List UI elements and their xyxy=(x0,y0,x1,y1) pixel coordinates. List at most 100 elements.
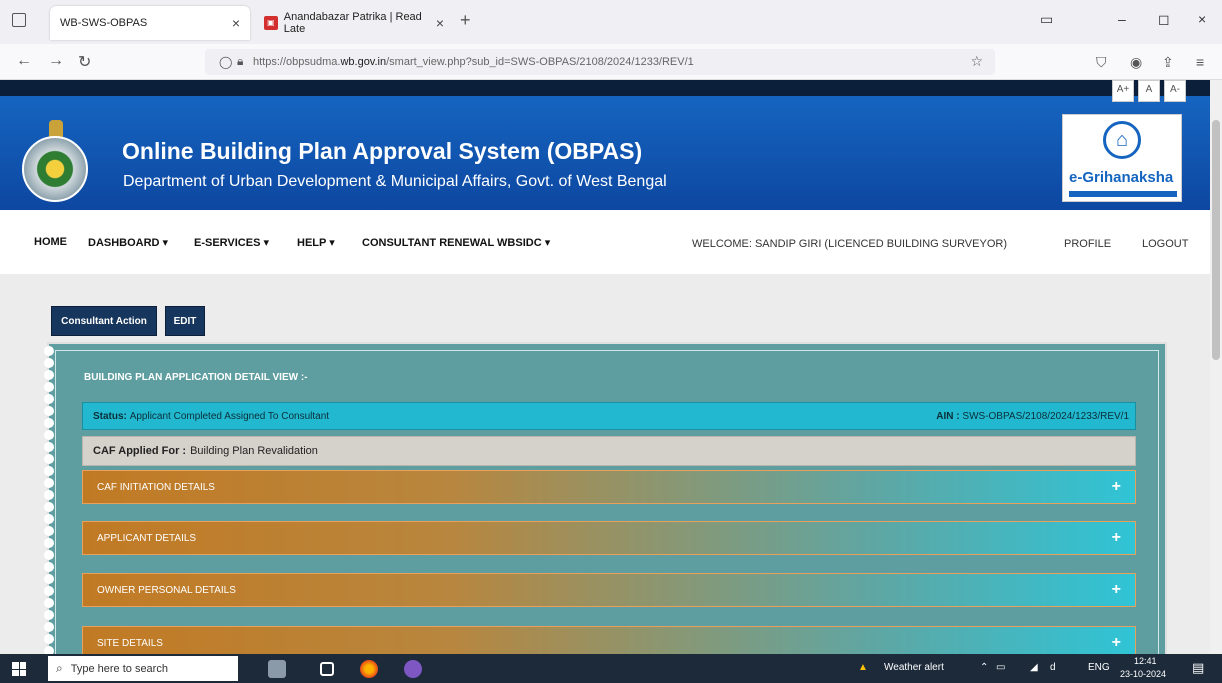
back-icon[interactable]: ← xyxy=(16,52,32,70)
nav-consultant-renewal[interactable]: CONSULTANT RENEWAL WBSIDC ▾ xyxy=(362,236,550,249)
tab-wb-sws-obpas[interactable]: WB-SWS-OBPAS × xyxy=(50,6,250,40)
binder-hole xyxy=(44,394,54,404)
input-icon[interactable]: d xyxy=(1050,662,1056,673)
wb-emblem-icon xyxy=(22,136,88,202)
show-hidden-icons-icon[interactable]: ⌃ xyxy=(980,662,988,673)
binder-hole xyxy=(44,358,54,368)
binder-hole xyxy=(44,454,54,464)
close-tab-icon[interactable]: × xyxy=(436,15,444,31)
binder-hole xyxy=(44,622,54,632)
browser-tab-bar: WB-SWS-OBPAS × ▣ Anandabazar Patrika | R… xyxy=(0,0,1222,44)
binder-hole xyxy=(44,634,54,644)
binder-hole xyxy=(44,382,54,392)
clock-date[interactable]: 23-10-2024 xyxy=(1120,669,1166,679)
section-label: OWNER PERSONAL DETAILS xyxy=(97,584,236,596)
consultant-action-button[interactable]: Consultant Action xyxy=(51,306,157,336)
new-tab-button[interactable]: + xyxy=(460,10,471,31)
close-window-button[interactable]: × xyxy=(1198,11,1206,27)
task-view-icon[interactable] xyxy=(320,662,334,676)
scrollbar-thumb[interactable] xyxy=(1212,120,1220,360)
menu-icon[interactable]: ≡ xyxy=(1196,54,1204,70)
edit-button[interactable]: EDIT xyxy=(165,306,205,336)
weather-alert-icon: ▲ xyxy=(858,662,868,673)
share-icon[interactable]: ⇪ xyxy=(1162,54,1174,71)
binder-holes xyxy=(44,344,54,654)
minimize-button[interactable]: – xyxy=(1118,11,1126,27)
url-domain: wb.gov.in xyxy=(340,56,387,68)
section-site-details[interactable]: SITE DETAILS + xyxy=(82,626,1136,654)
caf-label: CAF Applied For : xyxy=(93,445,187,457)
font-increase-button[interactable]: A+ xyxy=(1112,80,1134,102)
page-scrollbar[interactable] xyxy=(1210,80,1222,654)
tab-label: Anandabazar Patrika | Read Late xyxy=(283,11,422,35)
paint-icon[interactable] xyxy=(404,660,422,678)
section-label: SITE DETAILS xyxy=(97,637,163,649)
shield-icon: ◯ xyxy=(219,55,233,69)
binder-hole xyxy=(44,514,54,524)
reload-icon[interactable]: ↻ xyxy=(78,52,91,72)
lock-icon: 🔒︎ xyxy=(237,54,244,68)
pocket-icon[interactable]: ⛉ xyxy=(1096,54,1107,71)
section-caf-initiation[interactable]: CAF INITIATION DETAILS + xyxy=(82,470,1136,504)
nav-help[interactable]: HELP ▾ xyxy=(297,236,335,249)
status-label: Status: xyxy=(93,410,127,422)
section-label: APPLICANT DETAILS xyxy=(97,532,197,544)
account-icon[interactable]: ◉ xyxy=(1130,54,1142,71)
font-decrease-button[interactable]: A- xyxy=(1164,80,1186,102)
binder-hole xyxy=(44,346,54,356)
maximize-button[interactable]: ◻ xyxy=(1158,11,1170,28)
tab-overview-icon[interactable] xyxy=(12,13,26,27)
binder-hole xyxy=(44,574,54,584)
search-icon: ⌕ xyxy=(56,661,63,675)
font-normal-button[interactable]: A xyxy=(1138,80,1160,102)
clock-time[interactable]: 12:41 xyxy=(1134,656,1157,666)
binder-hole xyxy=(44,538,54,548)
bookmark-star-icon[interactable]: ☆ xyxy=(970,53,983,70)
weather-alert-text[interactable]: Weather alert xyxy=(884,662,944,673)
firefox-icon[interactable] xyxy=(360,660,378,678)
binder-hole xyxy=(44,586,54,596)
logout-link[interactable]: LOGOUT xyxy=(1142,238,1188,250)
house-icon: ⌂ xyxy=(1103,121,1141,159)
section-owner-personal-details[interactable]: OWNER PERSONAL DETAILS + xyxy=(82,573,1136,607)
binder-hole xyxy=(44,646,54,654)
binder-hole xyxy=(44,562,54,572)
page-subtitle: Department of Urban Development & Munici… xyxy=(123,173,667,190)
nav-dashboard[interactable]: DASHBOARD ▾ xyxy=(88,236,168,249)
profile-link[interactable]: PROFILE xyxy=(1064,238,1111,250)
speaker-icon[interactable]: ◢ xyxy=(1030,662,1038,673)
close-tab-icon[interactable]: × xyxy=(232,15,240,31)
language-indicator[interactable]: ENG xyxy=(1088,662,1110,673)
page-title: Online Building Plan Approval System (OB… xyxy=(122,138,643,164)
browser-toolbar: ← → ↻ ◯ 🔒︎ https://obpsudma. wb.gov.in/sm… xyxy=(0,44,1222,80)
binder-hole xyxy=(44,418,54,428)
expand-plus-icon[interactable]: + xyxy=(1112,529,1121,547)
cat-widget-icon[interactable] xyxy=(268,660,286,678)
url-path: /smart_view.php?sub_id=SWS-OBPAS/2108/20… xyxy=(386,56,694,68)
status-value: Applicant Completed Assigned To Consulta… xyxy=(129,410,330,422)
binder-hole xyxy=(44,490,54,500)
expand-plus-icon[interactable]: + xyxy=(1112,478,1121,496)
caf-value: Building Plan Revalidation xyxy=(190,445,318,457)
section-applicant-details[interactable]: APPLICANT DETAILS + xyxy=(82,521,1136,555)
nav-home[interactable]: HOME xyxy=(34,236,67,248)
tab-list-icon[interactable]: ▭ xyxy=(1040,11,1053,28)
welcome-text: WELCOME: SANDIP GIRI (LICENCED BUILDING … xyxy=(692,238,1007,250)
network-icon[interactable]: ▭ xyxy=(996,662,1005,673)
forward-icon[interactable]: → xyxy=(48,52,64,70)
binder-hole xyxy=(44,430,54,440)
tab-anandabazar[interactable]: ▣ Anandabazar Patrika | Read Late × xyxy=(254,6,454,40)
caf-applied-bar: CAF Applied For : Building Plan Revalida… xyxy=(82,436,1136,466)
nav-e-services[interactable]: E-SERVICES ▾ xyxy=(194,236,269,249)
taskbar-search-input[interactable]: ⌕ Type here to search xyxy=(48,656,238,681)
logo-text: e-Grihanaksha xyxy=(1069,169,1174,186)
binder-hole xyxy=(44,610,54,620)
top-strip xyxy=(0,80,1210,96)
windows-start-icon[interactable] xyxy=(12,662,26,676)
header-banner: Online Building Plan Approval System (OB… xyxy=(0,96,1210,210)
expand-plus-icon[interactable]: + xyxy=(1112,634,1121,652)
notification-icon[interactable]: ▤ xyxy=(1192,660,1204,676)
url-field[interactable]: ◯ 🔒︎ https://obpsudma. wb.gov.in/smart_vi… xyxy=(205,49,995,75)
expand-plus-icon[interactable]: + xyxy=(1112,581,1121,599)
search-placeholder: Type here to search xyxy=(70,662,168,675)
